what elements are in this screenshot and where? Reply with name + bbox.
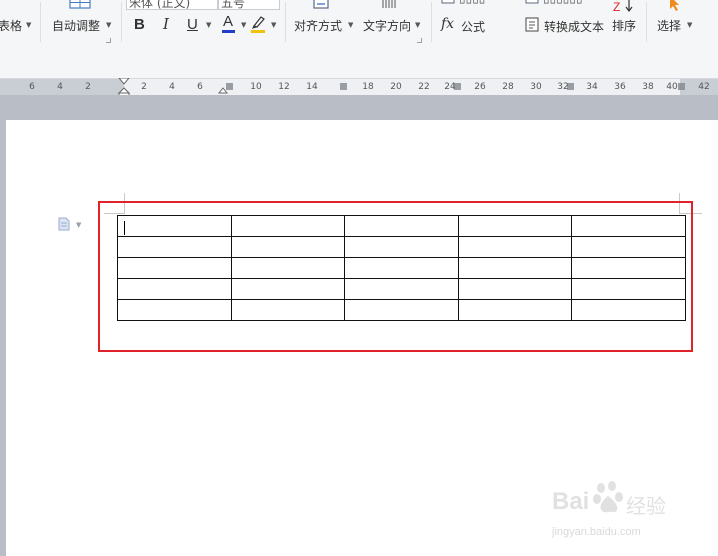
autofit-icon xyxy=(69,0,91,9)
dialog-launcher-icon[interactable] xyxy=(417,38,422,43)
ruler-number: 42 xyxy=(698,82,710,92)
font-size-value: 五号 xyxy=(221,0,246,10)
font-color-swatch xyxy=(222,30,235,33)
chevron-down-icon: ▼ xyxy=(241,21,247,29)
alignment-label: 对齐方式 xyxy=(294,19,343,33)
alignment-icon xyxy=(313,0,329,9)
ruler-number: 6 xyxy=(29,82,35,92)
sort-button[interactable]: Z 排序 xyxy=(610,0,642,36)
sort-label: 排序 xyxy=(612,19,637,33)
ruler-number: 12 xyxy=(278,82,290,92)
select-button[interactable]: 选择 ▼ xyxy=(655,0,695,36)
table-menu-button[interactable]: 表格 ▼ xyxy=(0,14,38,36)
formula-label: 公式 xyxy=(461,20,486,34)
ruler-number: 6 xyxy=(197,82,203,92)
autofit-label: 自动调整 xyxy=(52,19,101,33)
italic-button[interactable]: I xyxy=(163,17,169,32)
chevron-down-icon: ▼ xyxy=(348,21,354,29)
chevron-down-icon: ▼ xyxy=(206,21,212,29)
ruler-number: 14 xyxy=(306,82,318,92)
chevron-down-icon: ▼ xyxy=(415,21,421,29)
dialog-launcher-icon[interactable] xyxy=(106,38,111,43)
horizontal-ruler[interactable]: 6 4 2 2 4 6 10 12 14 18 20 22 24 26 28 3… xyxy=(0,78,718,98)
column-marker[interactable] xyxy=(678,83,685,90)
ruler-number: 26 xyxy=(474,82,486,92)
ruler-number: 4 xyxy=(169,82,175,92)
ruler-number: 18 xyxy=(362,82,374,92)
text-direction-label: 文字方向 xyxy=(363,19,412,33)
chevron-down-icon: ▼ xyxy=(687,21,693,29)
ruler-number: 22 xyxy=(418,82,430,92)
document-icon xyxy=(58,217,70,231)
ruler-number: 38 xyxy=(642,82,654,92)
underline-label: U xyxy=(187,16,198,33)
font-color-letter: A xyxy=(223,13,234,30)
font-color-button[interactable]: A ▼ xyxy=(221,14,249,34)
select-label: 选择 xyxy=(657,19,682,33)
cursor-arrow-icon xyxy=(670,0,679,11)
ruler-number: 28 xyxy=(502,82,514,92)
chevron-down-icon: ▼ xyxy=(106,21,112,29)
sort-icon: Z xyxy=(613,0,633,14)
highlight-color-button[interactable]: ▼ xyxy=(251,14,279,34)
repeat-header-button[interactable]: ▯▯▯▯▯▯ xyxy=(525,0,609,5)
formula-icon: fx xyxy=(441,16,455,32)
font-name-select[interactable]: 宋体 (正文) xyxy=(126,0,218,10)
ruler-number: 2 xyxy=(141,82,147,92)
formula-button[interactable]: fx 公式 xyxy=(441,16,489,36)
column-marker[interactable] xyxy=(454,83,461,90)
ruler-number: 34 xyxy=(586,82,598,92)
highlight-swatch xyxy=(251,30,265,33)
chevron-down-icon: ▼ xyxy=(26,21,32,29)
ruler-number: 36 xyxy=(614,82,626,92)
split-cells-label-clipped: ▯▯▯▯ xyxy=(459,0,485,5)
ruler-number: 10 xyxy=(250,82,262,92)
chevron-down-icon: ▼ xyxy=(271,21,277,29)
convert-to-text-button[interactable]: 转换成文本 xyxy=(524,16,608,36)
split-cells-icon xyxy=(441,0,455,4)
font-size-select[interactable]: 五号 xyxy=(218,0,280,10)
ribbon-toolbar: 表格 ▼ 自动调整 ▼ 宋体 (正文) 五号 B I U ▼ A ▼ ▼ 对齐方… xyxy=(0,0,718,79)
highlighter-icon xyxy=(252,16,265,29)
table-label: 表格 xyxy=(0,19,23,33)
text-direction-button[interactable]: 文字方向 ▼ xyxy=(363,0,423,40)
column-marker[interactable] xyxy=(340,83,347,90)
paragraph-menu[interactable]: ▼ xyxy=(58,217,86,233)
svg-text:Z: Z xyxy=(613,0,620,14)
chevron-down-icon: ▼ xyxy=(76,221,82,229)
ruler-number: 2 xyxy=(85,82,91,92)
underline-button[interactable]: U ▼ xyxy=(187,16,213,34)
column-marker[interactable] xyxy=(567,83,574,90)
autofit-button[interactable]: 自动调整 ▼ xyxy=(50,0,114,40)
split-cells-button[interactable]: ▯▯▯▯ xyxy=(441,0,511,5)
bold-button[interactable]: B xyxy=(134,17,145,32)
alignment-button[interactable]: 对齐方式 ▼ xyxy=(294,0,354,40)
font-name-value: 宋体 (正文) xyxy=(129,0,191,10)
ruler-number: 30 xyxy=(530,82,542,92)
ruler-number: 4 xyxy=(57,82,63,92)
text-direction-icon xyxy=(382,0,396,8)
repeat-header-icon xyxy=(525,0,539,4)
convert-to-text-icon xyxy=(525,17,539,32)
convert-to-text-label: 转换成文本 xyxy=(544,20,605,34)
repeat-header-label-clipped: ▯▯▯▯▯▯ xyxy=(543,0,583,5)
ruler-number: 20 xyxy=(390,82,402,92)
red-highlight-box xyxy=(98,201,693,352)
